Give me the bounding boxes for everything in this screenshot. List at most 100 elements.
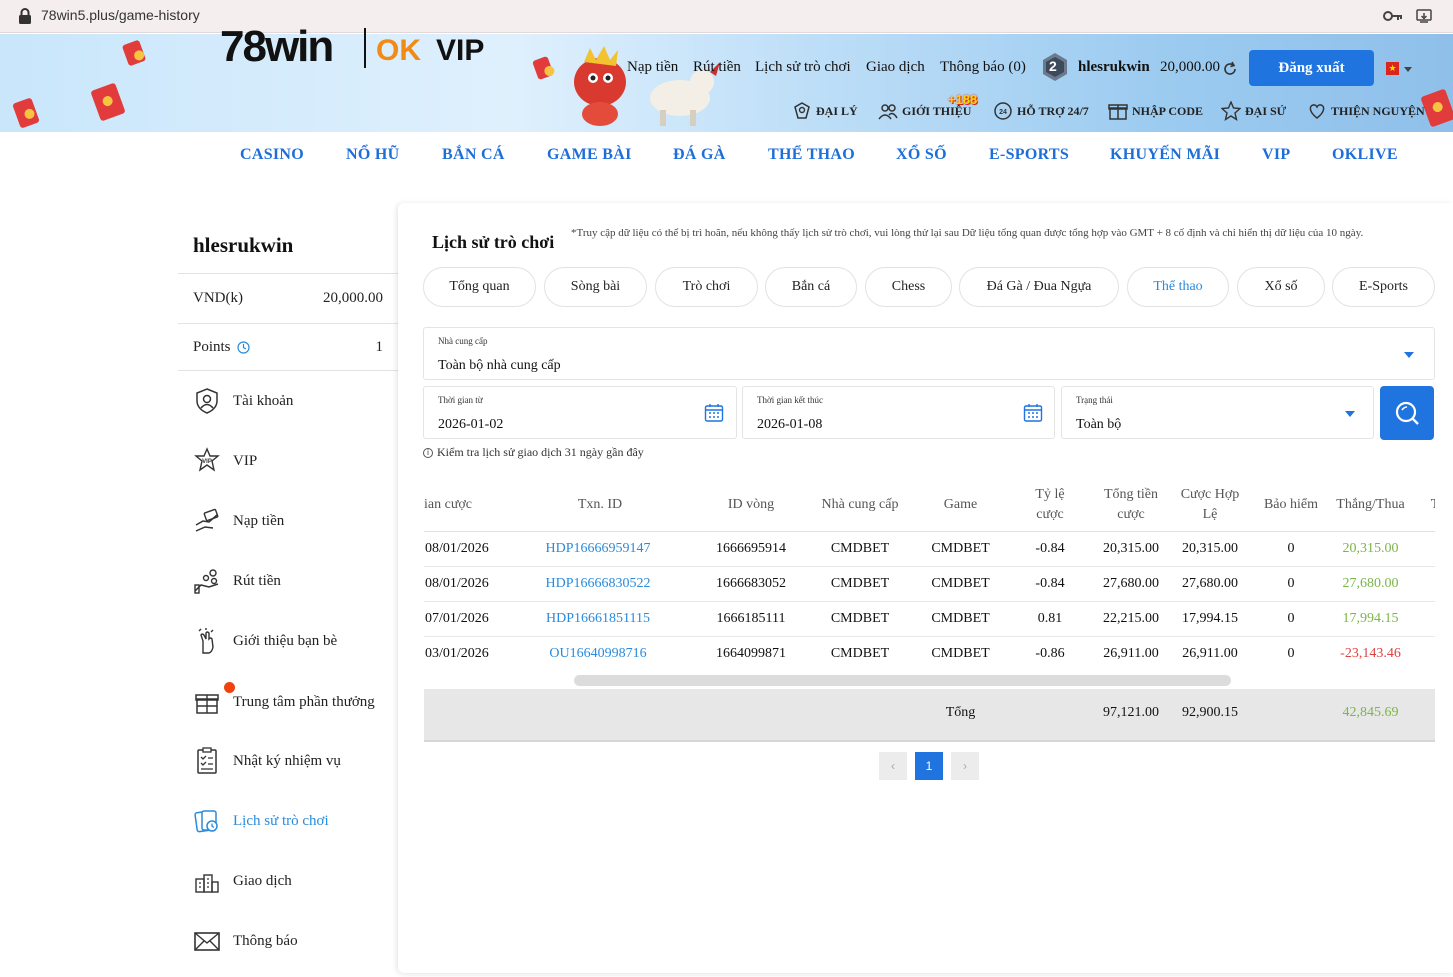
menu-da-ga[interactable]: ĐÁ GÀ (673, 146, 726, 164)
cell-winloss: 20,315.00 (1342, 541, 1399, 556)
cell-total: 22,215.00 (1103, 611, 1159, 626)
cell-round: 1664099871 (716, 646, 786, 661)
browser-address-bar[interactable]: 78win5.plus/game-history (0, 0, 1453, 33)
cell-txn-link[interactable]: HDP16666830522 (543, 576, 653, 592)
tab-cockfight-horse[interactable]: Đá Gà / Đua Ngựa (959, 267, 1119, 307)
table-row[interactable]: 03/01/2026 OU16640998716 1664099871 CMDB… (424, 637, 1435, 672)
calendar-icon[interactable] (704, 403, 724, 423)
red-envelope-decoration (12, 97, 40, 129)
refresh-balance-icon[interactable] (1222, 61, 1238, 77)
provider-select[interactable]: Nhà cung cấp Toàn bộ nhà cung cấp (423, 327, 1435, 380)
sidebar-item-label: Thông báo (233, 932, 298, 949)
cell-valid: 27,680.00 (1182, 576, 1238, 591)
subnav-support[interactable]: 24 HỖ TRỢ 24/7 (993, 101, 1089, 121)
menu-vip[interactable]: VIP (1262, 146, 1290, 164)
game-history-table: ian cược Txn. ID ID vòng Nhà cung cấp Ga… (424, 480, 1435, 742)
tab-chess[interactable]: Chess (865, 267, 952, 307)
cell-date: 08/01/2026 (425, 541, 489, 556)
chevron-down-icon (1404, 352, 1414, 358)
vietnam-flag-icon[interactable]: ★ (1386, 62, 1399, 75)
sidebar-item-refer-friend[interactable]: Giới thiệu bạn bè (193, 623, 398, 659)
red-envelope-decoration (121, 39, 147, 67)
tab-casino[interactable]: Sòng bài (544, 267, 647, 307)
table-row[interactable]: 08/01/2026 HDP16666830522 1666683052 CMD… (424, 567, 1435, 602)
menu-game-bai[interactable]: GAME BÀI (547, 146, 632, 164)
promo-188-badge: +188 (948, 92, 978, 107)
cell-txn-link[interactable]: HDP16661851115 (543, 611, 653, 627)
cell-txn-link[interactable]: HDP16666959147 (543, 541, 653, 557)
tab-lottery[interactable]: Xổ số (1237, 267, 1325, 307)
scrollbar-thumb[interactable] (574, 675, 1231, 686)
sidebar-item-withdraw[interactable]: Rút tiền (193, 563, 398, 599)
top-link-deposit[interactable]: Nạp tiền (627, 59, 678, 76)
language-caret-icon[interactable] (1404, 67, 1412, 72)
cell-txn-link[interactable]: OU16640998716 (543, 646, 653, 662)
table-row[interactable]: 07/01/2026 HDP16661851115 1666185111 CMD… (424, 602, 1435, 637)
top-link-transactions[interactable]: Giao dịch (866, 59, 925, 76)
pagination-next-button[interactable]: › (951, 752, 979, 780)
chevron-down-icon (1345, 411, 1355, 417)
pagination-page-1[interactable]: 1 (915, 752, 943, 780)
key-icon[interactable] (1383, 9, 1403, 23)
table-horizontal-scrollbar[interactable] (424, 673, 1435, 687)
provider-label: Nhà cung cấp (438, 336, 488, 346)
cell-valid: 17,994.15 (1182, 611, 1238, 626)
sidebar-item-label: Rút tiền (233, 572, 281, 589)
sidebar-item-label: Giao dịch (233, 872, 292, 889)
tab-fishing[interactable]: Bắn cá (765, 267, 857, 307)
svg-text:24: 24 (999, 109, 1007, 116)
status-select[interactable]: Trạng thái Toàn bộ (1061, 386, 1374, 439)
cell-game: CMDBET (931, 541, 990, 556)
pagination-prev-button[interactable]: ‹ (879, 752, 907, 780)
total-winloss: 42,845.69 (1342, 705, 1399, 720)
sidebar-item-label: Giới thiệu bạn bè (233, 632, 338, 649)
sidebar-item-game-history[interactable]: Lịch sử trò chơi (193, 803, 398, 839)
subnav-agent[interactable]: ĐẠI LÝ (792, 101, 858, 121)
menu-the-thao[interactable]: THỂ THAO (768, 146, 855, 164)
sidebar-item-notifications[interactable]: Thông báo (193, 923, 398, 959)
tab-esports[interactable]: E-Sports (1332, 267, 1435, 307)
subnav-charity-label: THIỆN NGUYỆN (1331, 103, 1425, 118)
search-button[interactable] (1380, 386, 1434, 440)
tab-sports[interactable]: Thể thao (1127, 267, 1229, 307)
tab-overview[interactable]: Tổng quan (423, 267, 536, 307)
top-link-withdraw[interactable]: Rút tiền (693, 59, 741, 76)
calendar-icon[interactable] (1023, 403, 1043, 423)
clock-icon[interactable] (236, 341, 250, 354)
cell-odds: -0.84 (1035, 576, 1065, 591)
menu-no-hu[interactable]: NỔ HŨ (346, 146, 400, 164)
menu-oklive[interactable]: OKLIVE (1332, 146, 1398, 164)
sidebar-username: hlesrukwin (193, 233, 294, 257)
sidebar-item-vip[interactable]: VIP VIP (193, 443, 398, 479)
sidebar-item-account[interactable]: Tài khoản (193, 383, 398, 419)
tab-games[interactable]: Trò chơi (655, 267, 758, 307)
logout-button[interactable]: Đăng xuất (1249, 50, 1374, 86)
brand-logo-ok[interactable]: OK (376, 34, 421, 68)
top-link-notifications[interactable]: Thông báo (0) (940, 59, 1026, 76)
sidebar-item-task-log[interactable]: Nhật ký nhiệm vụ (193, 743, 398, 779)
subnav-gift-code[interactable]: NHẬP CODE (1108, 101, 1203, 121)
date-from-field[interactable]: Thời gian từ 2026-01-02 (423, 386, 737, 439)
sidebar-item-transactions[interactable]: Giao dịch (193, 863, 398, 899)
date-to-field[interactable]: Thời gian kết thúc 2026-01-08 (742, 386, 1055, 439)
brand-logo-78win[interactable]: 78win (220, 22, 334, 72)
col-provider: Nhà cung cấp (821, 497, 899, 512)
menu-xo-so[interactable]: XỔ SỐ (896, 146, 947, 164)
menu-ban-ca[interactable]: BẮN CÁ (442, 146, 505, 164)
sidebar-item-label: Nạp tiền (233, 512, 285, 529)
subnav-ambassador[interactable]: ĐẠI SỨ (1221, 101, 1286, 121)
url-text[interactable]: 78win5.plus/game-history (41, 7, 200, 23)
menu-casino[interactable]: CASINO (240, 146, 304, 164)
install-app-icon[interactable] (1416, 8, 1432, 24)
deposit-icon (195, 508, 219, 532)
total-label: Tổng (945, 705, 976, 720)
brand-logo-vip[interactable]: VIP (436, 34, 484, 68)
menu-khuyen-mai[interactable]: KHUYẾN MÃI (1110, 146, 1220, 164)
table-row[interactable]: 08/01/2026 HDP16666959147 1666695914 CMD… (424, 532, 1435, 567)
subnav-charity[interactable]: THIỆN NGUYỆN (1307, 101, 1425, 121)
cell-provider: CMDBET (830, 611, 890, 626)
sidebar-item-deposit[interactable]: Nạp tiền (193, 503, 398, 539)
col-txn-id: Txn. ID (577, 497, 623, 512)
top-link-game-history[interactable]: Lịch sử trò chơi (755, 59, 851, 76)
menu-e-sports[interactable]: E-SPORTS (989, 146, 1069, 164)
